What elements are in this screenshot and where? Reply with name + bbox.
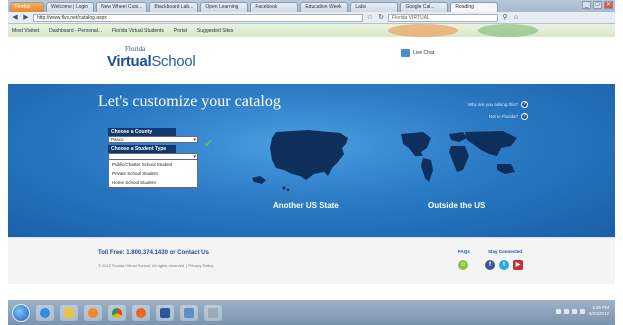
us-map-button[interactable] xyxy=(248,124,358,194)
toll-free-line: Toll Free: 1.800.374.1430 or Contact Us xyxy=(98,250,209,256)
clock[interactable]: 3:46 PM 8/23/2012 xyxy=(589,305,609,317)
live-chat-label: Live Chat xyxy=(413,50,435,56)
not-in-florida-link[interactable]: Not in Florida? ? xyxy=(489,113,528,120)
tray-icon[interactable] xyxy=(580,309,585,314)
outside-us-label[interactable]: Outside the US xyxy=(428,201,485,210)
twitter-icon[interactable]: t xyxy=(499,260,509,270)
browser-search-field[interactable]: Florida VIRTUAL xyxy=(388,13,498,22)
live-chat-link[interactable]: Live Chat xyxy=(401,49,434,57)
student-type-dropdown: Public/Charter School Student Private Sc… xyxy=(108,160,198,188)
bookmark-item[interactable]: Florida Virtual Students xyxy=(112,28,164,34)
ie-icon[interactable] xyxy=(36,304,54,321)
app-icon[interactable] xyxy=(204,304,222,321)
firefox-icon[interactable] xyxy=(132,304,150,321)
another-us-state-label[interactable]: Another US State xyxy=(273,201,339,210)
question-icon: ? xyxy=(521,113,528,120)
clock-date: 8/23/2012 xyxy=(588,311,609,316)
chat-bubble-icon xyxy=(401,49,410,57)
flvs-logo[interactable]: Florida VirtualSchool xyxy=(107,45,196,70)
site-header: Florida VirtualSchool Live Chat xyxy=(8,37,615,84)
chevron-down-icon: ▾ xyxy=(193,137,196,143)
chrome-icon[interactable] xyxy=(108,304,126,321)
why-asking-label: Why are you asking this? xyxy=(467,102,518,107)
star-icon[interactable]: ☆ xyxy=(366,14,374,22)
home-icon[interactable]: ⌂ xyxy=(512,14,520,22)
facebook-icon[interactable]: f xyxy=(485,260,495,270)
bookmark-item[interactable]: Dashboard - Personal... xyxy=(49,28,102,34)
browser-tab[interactable]: Open Learning xyxy=(200,2,249,12)
checkmark-icon: ✓ xyxy=(204,138,214,150)
not-in-florida-label: Not in Florida? xyxy=(488,114,518,119)
forward-arrow-icon[interactable]: ▶ xyxy=(22,14,30,22)
browser-tab-active[interactable]: Reading xyxy=(450,2,499,12)
address-bar-row: ◀ ▶ http://www.flvs.net/catalog.aspx ☆ ↻… xyxy=(8,12,615,24)
student-type-select[interactable]: ▾ xyxy=(108,153,198,160)
bookmarks-bar: Most Visited Dashboard - Personal... Flo… xyxy=(8,24,615,37)
county-select-value: Pasco xyxy=(111,137,124,142)
dropdown-option[interactable]: Home School Student xyxy=(109,178,197,187)
browser-tab[interactable]: Facebook xyxy=(250,2,299,12)
browser-tab[interactable]: Google Cal... xyxy=(400,2,449,12)
question-icon: ? xyxy=(521,101,528,108)
bookmark-item[interactable]: Most Visited xyxy=(12,28,39,34)
browser-tab-bar: Firefox Welcome | Login New Wheel Cuts..… xyxy=(8,0,615,12)
student-type-label: Choose a Student Type xyxy=(108,145,176,153)
url-field[interactable]: http://www.flvs.net/catalog.aspx xyxy=(33,13,363,22)
bookmark-item[interactable]: Suggested Sites xyxy=(197,28,233,34)
start-button-icon[interactable] xyxy=(12,303,30,322)
explorer-folder-icon[interactable] xyxy=(60,304,78,321)
toll-free-number[interactable]: 1.800.374.1430 xyxy=(126,250,168,256)
back-arrow-icon[interactable]: ◀ xyxy=(11,14,19,22)
browser-tab[interactable]: Blackboard Lab... xyxy=(149,2,199,12)
contact-us-link[interactable]: Contact Us xyxy=(177,250,209,256)
stay-connected-label: Stay Connected xyxy=(488,249,523,254)
catalog-hero: Let's customize your catalog Why are you… xyxy=(8,84,615,237)
firefox-menu-button[interactable]: Firefox xyxy=(10,2,44,12)
maximize-button[interactable]: □ xyxy=(593,1,602,9)
tray-icon[interactable] xyxy=(556,309,561,314)
faqs-link[interactable]: FAQs xyxy=(458,249,470,254)
logo-florida-text: Florida xyxy=(125,45,146,53)
world-map-button[interactable] xyxy=(393,126,528,191)
or-text: or xyxy=(169,250,176,256)
persona-decoration xyxy=(388,24,458,37)
site-footer: Toll Free: 1.800.374.1430 or Contact Us … xyxy=(8,237,615,284)
close-window-button[interactable]: ✕ xyxy=(604,1,613,9)
why-asking-link[interactable]: Why are you asking this? ? xyxy=(468,101,528,108)
word-icon[interactable] xyxy=(156,304,174,321)
app-icon[interactable] xyxy=(180,304,198,321)
minimize-button[interactable]: _ xyxy=(582,1,591,9)
search-icon[interactable]: ⚲ xyxy=(501,14,509,22)
page-title: Let's customize your catalog xyxy=(98,93,281,110)
system-tray xyxy=(556,309,585,314)
county-select[interactable]: Pasco ▾ xyxy=(108,136,198,143)
persona-decoration xyxy=(478,24,538,37)
catalog-form: Choose a County Pasco ▾ ✓ Choose a Stude… xyxy=(108,128,218,188)
browser-tab[interactable]: Labs xyxy=(350,2,399,12)
windows-taskbar: 3:46 PM 8/23/2012 xyxy=(8,300,615,325)
tray-icon[interactable] xyxy=(572,309,577,314)
tray-icon[interactable] xyxy=(564,309,569,314)
dropdown-option[interactable]: Public/Charter School Student xyxy=(109,160,197,169)
county-label: Choose a County xyxy=(108,128,176,136)
logo-virtualschool-text: VirtualSchool xyxy=(107,53,196,70)
window-controls: _ □ ✕ xyxy=(582,1,613,9)
bookmark-item[interactable]: Portal xyxy=(174,28,187,34)
media-player-icon[interactable] xyxy=(84,304,102,321)
browser-tab[interactable]: Education Week xyxy=(300,2,349,12)
faq-smiley-icon[interactable]: ☺ xyxy=(458,260,468,270)
chevron-down-icon: ▾ xyxy=(193,154,196,160)
refresh-icon[interactable]: ↻ xyxy=(377,14,385,22)
toll-free-label: Toll Free: xyxy=(98,250,125,256)
copyright-text: © 2012 Florida Virtual School. All right… xyxy=(98,263,214,268)
browser-tab[interactable]: New Wheel Cuts... xyxy=(96,2,148,12)
dropdown-option[interactable]: Private School Student xyxy=(109,169,197,178)
youtube-icon[interactable]: ▶ xyxy=(513,260,523,270)
browser-tab[interactable]: Welcome | Login xyxy=(46,2,94,12)
